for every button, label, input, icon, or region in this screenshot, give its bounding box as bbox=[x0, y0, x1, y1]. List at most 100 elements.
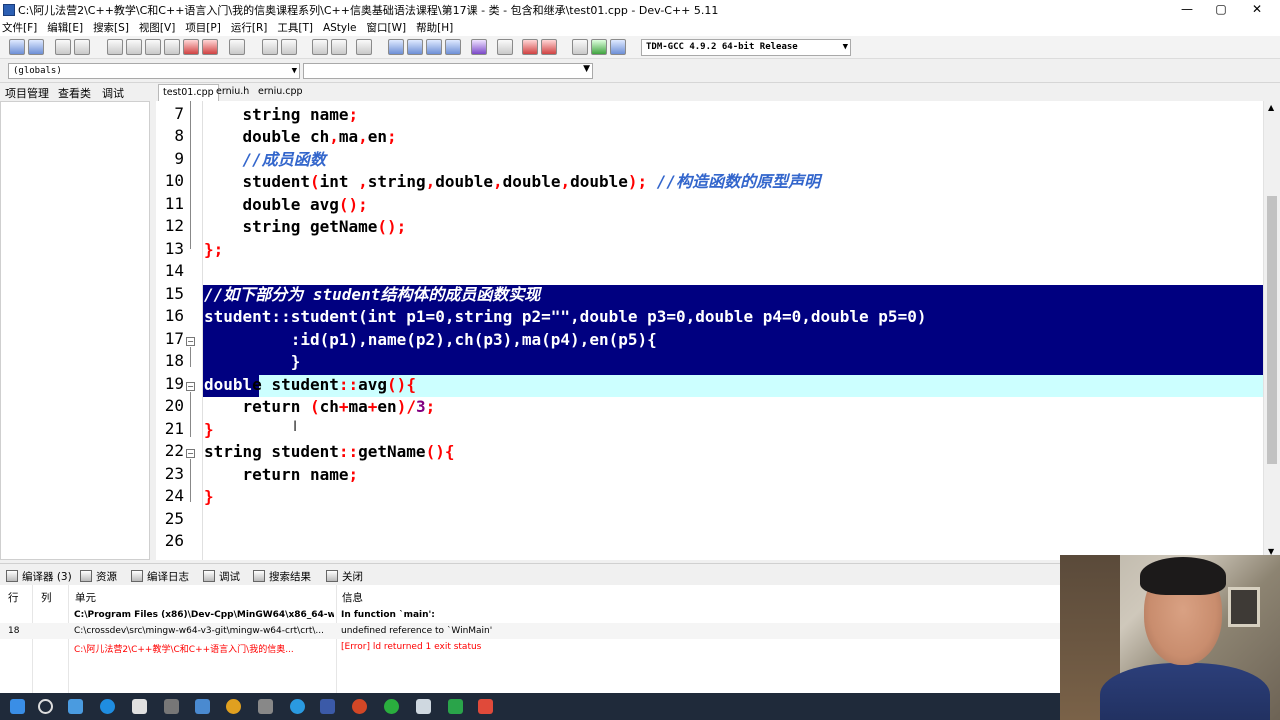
edge-icon[interactable] bbox=[100, 699, 115, 714]
indent-icon[interactable] bbox=[312, 39, 328, 55]
close-file-icon[interactable] bbox=[145, 39, 161, 55]
app-icon-5[interactable] bbox=[290, 699, 305, 714]
editor-tabs: test01.cpp erniu.h erniu.cpp bbox=[156, 83, 1280, 101]
windows-start-icon[interactable] bbox=[10, 699, 25, 714]
toggle-icon-3[interactable] bbox=[426, 39, 442, 55]
menu-run[interactable]: 运行[R] bbox=[231, 20, 268, 35]
close-all-icon[interactable] bbox=[164, 39, 180, 55]
bookmark-icon[interactable] bbox=[356, 39, 372, 55]
goto-icon[interactable] bbox=[572, 39, 588, 55]
column-header-col[interactable]: 列 bbox=[41, 590, 52, 605]
properties-icon[interactable] bbox=[183, 39, 199, 55]
chart-icon[interactable] bbox=[522, 39, 538, 55]
project-panel[interactable] bbox=[0, 101, 150, 560]
delete-icon[interactable] bbox=[202, 39, 218, 55]
column-header-info[interactable]: 信息 bbox=[342, 590, 363, 605]
menu-view[interactable]: 视图[V] bbox=[139, 20, 175, 35]
tab-erniu-cpp[interactable]: erniu.cpp bbox=[254, 84, 307, 101]
chevron-down-icon: ▼ bbox=[842, 42, 848, 52]
grid-icon bbox=[6, 570, 18, 582]
chevron-down-icon: ▼ bbox=[291, 66, 297, 76]
table-row[interactable]: C:\阿儿法营2\C++教学\C和C++语言入门\我的信奥... [Error]… bbox=[0, 639, 1060, 655]
open-project-icon[interactable] bbox=[28, 39, 44, 55]
search-icon[interactable] bbox=[38, 699, 53, 714]
code-editor[interactable]: 7 8 9 10 11 12 13 14 15 16 17 18 19 20 2… bbox=[156, 101, 1280, 560]
globals-select[interactable]: (globals) ▼ bbox=[8, 63, 300, 79]
tab-erniu-h[interactable]: erniu.h bbox=[212, 84, 253, 101]
info-icon[interactable] bbox=[610, 39, 626, 55]
wechat-icon[interactable] bbox=[384, 699, 399, 714]
save-all-icon[interactable] bbox=[74, 39, 90, 55]
app-icon-2[interactable] bbox=[164, 699, 179, 714]
menu-help[interactable]: 帮助[H] bbox=[416, 20, 453, 35]
fold-toggle-icon[interactable]: − bbox=[186, 337, 195, 346]
compile-run-icon[interactable] bbox=[591, 39, 607, 55]
column-header-line[interactable]: 行 bbox=[8, 590, 19, 605]
code-line: return (ch+ma+en)/3; bbox=[204, 397, 436, 416]
menu-tools[interactable]: 工具[T] bbox=[277, 20, 313, 35]
tab-compile-log[interactable]: 编译日志 bbox=[131, 568, 189, 584]
tab-debug-output[interactable]: 调试 bbox=[203, 568, 240, 584]
tab-compiler[interactable]: 编译器 (3) bbox=[6, 568, 72, 584]
editor-vertical-scrollbar[interactable]: ▲ ▼ bbox=[1263, 101, 1280, 560]
devcpp-taskbar-icon[interactable] bbox=[320, 699, 335, 714]
check-syntax-icon[interactable] bbox=[471, 39, 487, 55]
new-file-icon[interactable] bbox=[107, 39, 123, 55]
scroll-up-icon[interactable]: ▲ bbox=[1268, 103, 1274, 112]
chrome-icon[interactable] bbox=[226, 699, 241, 714]
menu-search[interactable]: 搜索[S] bbox=[93, 20, 129, 35]
menu-file[interactable]: 文件[F] bbox=[2, 20, 37, 35]
menu-astyle[interactable]: AStyle bbox=[323, 22, 357, 34]
app-icon-7[interactable] bbox=[448, 699, 463, 714]
tab-test01-cpp[interactable]: test01.cpp bbox=[158, 84, 219, 101]
line-number: 18 bbox=[164, 351, 184, 370]
scrollbar-thumb[interactable] bbox=[1267, 196, 1277, 464]
fold-line bbox=[190, 459, 191, 502]
tab-resources[interactable]: 资源 bbox=[80, 568, 117, 584]
row-info: undefined reference to `WinMain' bbox=[341, 626, 493, 636]
table-row[interactable]: 18 C:\crossdev\src\mingw-w64-v3-git\ming… bbox=[0, 623, 1060, 639]
menu-project[interactable]: 项目[P] bbox=[185, 20, 221, 35]
print-icon[interactable] bbox=[229, 39, 245, 55]
webcam-overlay bbox=[1060, 555, 1280, 720]
fold-toggle-icon[interactable]: − bbox=[186, 382, 195, 391]
unindent-icon[interactable] bbox=[331, 39, 347, 55]
debug-icon[interactable] bbox=[541, 39, 557, 55]
column-header-unit[interactable]: 单元 bbox=[75, 590, 96, 605]
mail-icon[interactable] bbox=[68, 699, 83, 714]
compiler-select[interactable]: TDM-GCC 4.9.2 64-bit Release ▼ bbox=[641, 39, 851, 56]
undo-icon[interactable] bbox=[262, 39, 278, 55]
close-button[interactable]: ✕ bbox=[1240, 0, 1274, 19]
toggle-icon-4[interactable] bbox=[445, 39, 461, 55]
code-line: //如下部分为 student结构体的成员函数实现 bbox=[204, 285, 541, 304]
maximize-button[interactable]: ▢ bbox=[1204, 0, 1238, 19]
toggle-icon-1[interactable] bbox=[388, 39, 404, 55]
redo-icon[interactable] bbox=[281, 39, 297, 55]
minimize-button[interactable]: — bbox=[1170, 0, 1204, 19]
tab-search-results[interactable]: 搜索结果 bbox=[253, 568, 311, 584]
new-project-icon[interactable] bbox=[9, 39, 25, 55]
table-row[interactable]: C:\Program Files (x86)\Dev-Cpp\MinGW64\x… bbox=[0, 607, 1060, 623]
code-line: string getName(); bbox=[204, 217, 407, 236]
app-icon-8[interactable] bbox=[478, 699, 493, 714]
app-icon-3[interactable] bbox=[195, 699, 210, 714]
line-number: 24 bbox=[164, 486, 184, 505]
tab-class-browser[interactable]: 查看类 bbox=[58, 85, 91, 101]
open-file-icon[interactable] bbox=[126, 39, 142, 55]
member-select[interactable]: ▼ bbox=[303, 63, 593, 79]
tab-close[interactable]: 关闭 bbox=[326, 568, 363, 584]
stop-icon[interactable] bbox=[497, 39, 513, 55]
menu-window[interactable]: 窗口[W] bbox=[367, 20, 407, 35]
app-icon-1[interactable] bbox=[132, 699, 147, 714]
tab-search-results-label: 搜索结果 bbox=[269, 570, 311, 583]
tab-project-manager[interactable]: 项目管理 bbox=[5, 85, 49, 101]
powerpoint-icon[interactable] bbox=[352, 699, 367, 714]
toggle-icon-2[interactable] bbox=[407, 39, 423, 55]
save-icon[interactable] bbox=[55, 39, 71, 55]
app-icon-6[interactable] bbox=[416, 699, 431, 714]
tab-debug-output-label: 调试 bbox=[219, 570, 240, 583]
menu-edit[interactable]: 编辑[E] bbox=[47, 20, 83, 35]
app-icon-4[interactable] bbox=[258, 699, 273, 714]
tab-debug[interactable]: 调试 bbox=[102, 85, 124, 101]
fold-toggle-icon[interactable]: − bbox=[186, 449, 195, 458]
